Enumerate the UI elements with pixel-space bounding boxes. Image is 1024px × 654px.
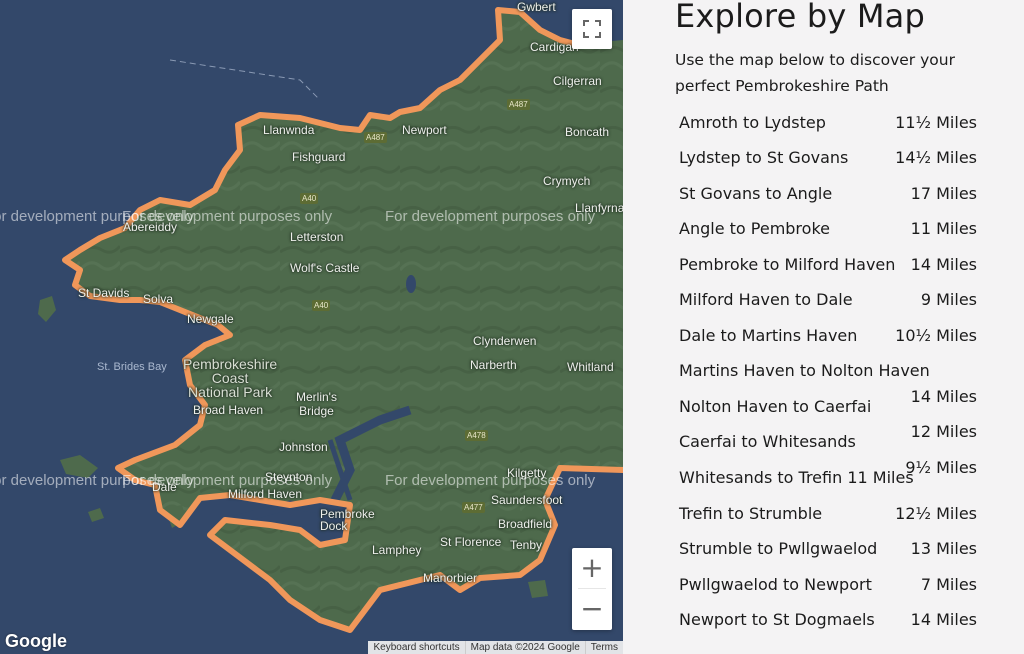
google-logo[interactable]: Google: [5, 631, 67, 652]
place-broad-haven: Broad Haven: [193, 403, 264, 417]
place-crymych: Crymych: [543, 174, 591, 188]
route-item[interactable]: Milford Haven to Dale 9 Miles: [679, 290, 979, 320]
place-johnston: Johnston: [279, 440, 328, 454]
route-name: Angle to Pembroke: [679, 219, 830, 238]
route-miles: 10½ Miles: [895, 326, 977, 345]
place-gwbert: Gwbert: [517, 0, 556, 14]
place-newport: Newport: [402, 123, 447, 137]
route-name: Newport to St Dogmaels: [679, 610, 875, 629]
route-item[interactable]: Newport to St Dogmaels 14 Miles: [679, 610, 979, 640]
route-miles: 9 Miles: [920, 290, 977, 309]
route-item[interactable]: Angle to Pembroke 11 Miles: [679, 219, 979, 249]
map-terrain: [0, 0, 623, 654]
route-name: Martins Haven to Nolton Haven: [679, 361, 930, 380]
road-marker: A477: [462, 502, 485, 513]
route-name: Pembroke to Milford Haven: [679, 255, 896, 274]
place-manorbier: Manorbier: [423, 571, 478, 585]
watermark-text: For development purposes only: [385, 472, 596, 489]
place-letterston: Letterston: [290, 230, 344, 244]
route-miles: 12 Miles: [910, 422, 977, 441]
route-miles: 14 Miles: [910, 610, 977, 629]
place-lamphey: Lamphey: [372, 543, 422, 557]
route-name: Caerfai to Whitesands: [679, 432, 856, 451]
route-item[interactable]: Pwllgwaelod to Newport 7 Miles: [679, 575, 979, 605]
route-name: Amroth to Lydstep: [679, 113, 826, 132]
place-broadfield: Broadfield: [498, 517, 553, 531]
place-st-davids: St Davids: [78, 286, 130, 300]
place-saundersfoot: Saundersfoot: [491, 493, 563, 507]
route-item[interactable]: Pembroke to Milford Haven 14 Miles: [679, 255, 979, 285]
map-attribution: Keyboard shortcuts Map data ©2024 Google…: [368, 641, 623, 654]
route-name: Strumble to Pwllgwaelod: [679, 539, 878, 558]
place-llanwnda: Llanwnda: [263, 123, 315, 137]
route-name: Whitesands to Trefin 11 Miles: [679, 468, 914, 487]
intro-text: Use the map below to discover your perfe…: [675, 51, 955, 95]
page-title: Explore by Map: [675, 0, 926, 35]
route-miles: 12½ Miles: [895, 504, 977, 523]
road-marker: A40: [312, 300, 331, 311]
place-clynderwen: Clynderwen: [473, 334, 537, 348]
place-newgale: Newgale: [187, 312, 234, 326]
place-pembroke-dock: Pembroke Dock: [320, 507, 375, 533]
route-miles: 14 Miles: [910, 255, 977, 274]
place-cilgerran: Cilgerran: [553, 74, 602, 88]
place-wolfs-castle: Wolf's Castle: [290, 261, 360, 275]
place-fishguard: Fishguard: [292, 150, 346, 164]
route-name: Nolton Haven to Caerfai: [679, 397, 872, 416]
place-st-florence: St Florence: [440, 535, 502, 549]
fullscreen-icon: [583, 20, 601, 38]
place-tenby: Tenby: [510, 538, 543, 552]
route-miles: 13 Miles: [910, 539, 977, 558]
place-boncath: Boncath: [565, 125, 610, 139]
map-view[interactable]: Gwbert Cardigan Cilgerran Llanwnda Newpo…: [0, 0, 623, 654]
route-name: Trefin to Strumble: [679, 504, 823, 523]
place-milford-haven: Milford Haven: [228, 487, 303, 501]
route-item[interactable]: Amroth to Lydstep 11½ Miles: [679, 113, 979, 143]
place-narberth: Narberth: [470, 358, 517, 372]
zoom-in-button[interactable]: +: [572, 548, 612, 588]
place-national-park: Pembrokeshire Coast National Park: [183, 356, 278, 400]
route-miles: 17 Miles: [910, 184, 977, 203]
route-item[interactable]: Whitesands to Trefin 11 Miles 9½ Miles: [679, 458, 979, 498]
zoom-control: + −: [572, 548, 612, 630]
route-miles: 7 Miles: [920, 575, 977, 594]
route-miles: 11 Miles: [910, 219, 977, 238]
road-marker: A487: [507, 99, 530, 110]
route-name: Dale to Martins Haven: [679, 326, 858, 345]
route-name: St Govans to Angle: [679, 184, 833, 203]
place-st-brides-bay: St. Brides Bay: [97, 361, 167, 373]
keyboard-shortcuts-link[interactable]: Keyboard shortcuts: [368, 641, 464, 654]
place-whitland: Whitland: [567, 360, 614, 374]
route-item[interactable]: Dale to Martins Haven 10½ Miles: [679, 326, 979, 356]
route-miles: 9½ Miles: [905, 458, 977, 477]
watermark-text: For development purposes only: [122, 472, 333, 489]
route-miles: 11½ Miles: [895, 113, 977, 132]
route-miles: 14 Miles: [910, 387, 977, 406]
place-solva: Solva: [143, 292, 174, 306]
map-data-credit: Map data ©2024 Google: [464, 641, 585, 654]
watermark-text: For development purposes only: [385, 208, 596, 225]
route-item[interactable]: Trefin to Strumble 12½ Miles: [679, 504, 979, 534]
route-miles: 14½ Miles: [895, 148, 977, 167]
terms-link[interactable]: Terms: [584, 641, 623, 654]
route-item[interactable]: St Govans to Angle 17 Miles: [679, 184, 979, 214]
road-marker: A487: [364, 132, 387, 143]
zoom-out-button[interactable]: −: [572, 589, 612, 629]
fullscreen-button[interactable]: [572, 9, 612, 49]
route-name: Milford Haven to Dale: [679, 290, 853, 309]
route-item[interactable]: Strumble to Pwllgwaelod 13 Miles: [679, 539, 979, 569]
road-marker: A478: [465, 430, 488, 441]
road-marker: A40: [300, 193, 319, 204]
route-name: Pwllgwaelod to Newport: [679, 575, 872, 594]
place-merlins-bridge: Merlin's Bridge: [296, 390, 337, 418]
route-item[interactable]: Lydstep to St Govans 14½ Miles: [679, 148, 979, 178]
route-name: Lydstep to St Govans: [679, 148, 849, 167]
explore-panel: Explore by Map Use the map below to disc…: [623, 0, 1024, 654]
watermark-text: For development purposes only: [122, 208, 333, 225]
